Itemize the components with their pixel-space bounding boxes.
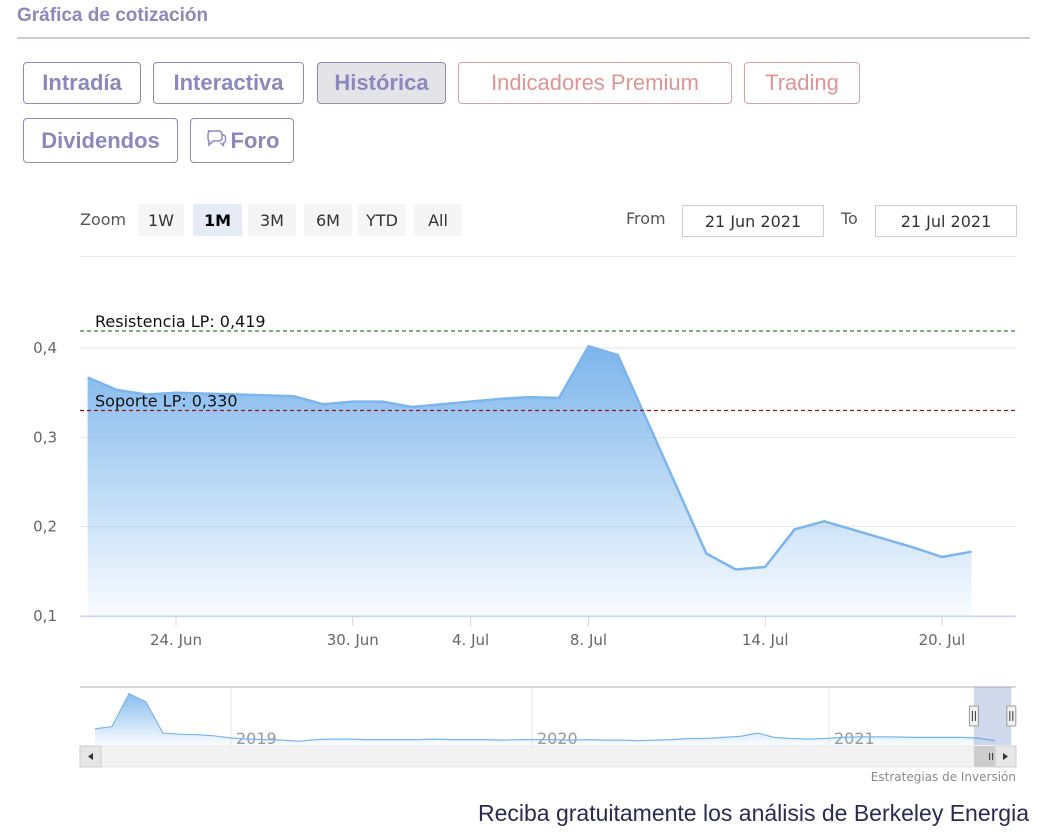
x-tick-label: 14. Jul xyxy=(742,631,789,649)
plot-lines: Resistencia LP: 0,419 Soporte LP: 0,330 xyxy=(80,312,1016,412)
navigator[interactable]: 201920202021 xyxy=(0,680,1041,780)
x-tick-label: 20. Jul xyxy=(919,631,966,649)
navigator-handle-right[interactable] xyxy=(1006,705,1017,727)
credits-link[interactable]: Estrategias de Inversión xyxy=(871,770,1016,784)
cta-text[interactable]: Reciba gratuitamente los análisis de Ber… xyxy=(478,800,1029,827)
x-tick-label: 30. Jun xyxy=(327,631,379,649)
x-tick-label: 8. Jul xyxy=(570,631,607,649)
scroll-right-button[interactable] xyxy=(994,745,1017,768)
scrollbar-track xyxy=(79,745,1017,768)
y-tick-label: 0,4 xyxy=(33,339,57,357)
navigator-year-label: 2020 xyxy=(537,729,578,748)
navigator-selection xyxy=(973,687,1012,745)
resistance-label: Resistencia LP: 0,419 xyxy=(95,312,266,331)
handle-box xyxy=(968,705,979,727)
y-tick-label: 0,3 xyxy=(33,428,57,446)
x-tick-label: 24. Jun xyxy=(150,631,202,649)
handle-box xyxy=(1006,705,1017,727)
y-tick-label: 0,1 xyxy=(33,607,57,625)
series-area xyxy=(87,346,972,616)
price-chart[interactable]: 0,1 0,2 0,3 0,4 Resistencia LP: 0,419 Soport… xyxy=(0,0,1041,680)
series-layer xyxy=(87,344,972,616)
navigator-scrollbar[interactable] xyxy=(79,745,1017,768)
y-axis-labels: 0,1 0,2 0,3 0,4 xyxy=(33,339,57,625)
x-axis: 24. Jun 30. Jun 4. Jul 8. Jul 14. Jul 20. Jul xyxy=(80,615,1016,649)
navigator-handle-left[interactable] xyxy=(968,705,979,727)
support-label: Soporte LP: 0,330 xyxy=(95,392,238,411)
x-tick-label: 4. Jul xyxy=(452,631,489,649)
y-tick-label: 0,2 xyxy=(33,518,57,536)
scroll-left-button[interactable] xyxy=(79,745,102,768)
